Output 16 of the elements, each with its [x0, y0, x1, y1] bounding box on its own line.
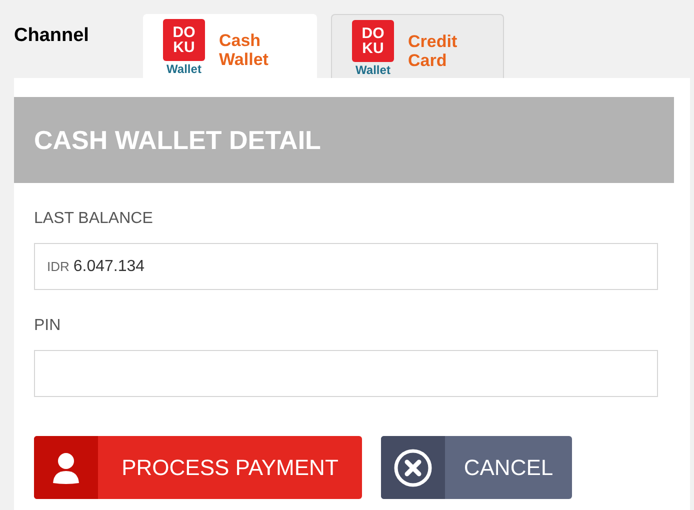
input-field[interactable]: IDR 6.047.134 [34, 243, 658, 290]
person-icon [51, 450, 81, 484]
field-label: PIN [34, 316, 62, 336]
channel-label: Channel [14, 24, 90, 48]
process-payment-button[interactable]: PROCESS PAYMENT [34, 436, 362, 499]
channel-tab[interactable]: DO KU Wallet Cash Wallet [143, 14, 317, 78]
close-icon [393, 448, 433, 488]
wallet-logo: DO KU Wallet [352, 20, 394, 77]
cancel-button[interactable]: CANCEL [381, 436, 572, 499]
input-field[interactable] [34, 350, 658, 397]
panel-header: CASH WALLET DETAIL [14, 97, 674, 183]
tab-label: Credit Card [408, 31, 458, 70]
wallet-logo: DO KU Wallet [163, 19, 205, 76]
channel-tab[interactable]: DO KU Wallet Credit Card [331, 14, 504, 78]
tab-label: Cash Wallet [219, 30, 268, 69]
field-label: LAST BALANCE [34, 209, 154, 229]
